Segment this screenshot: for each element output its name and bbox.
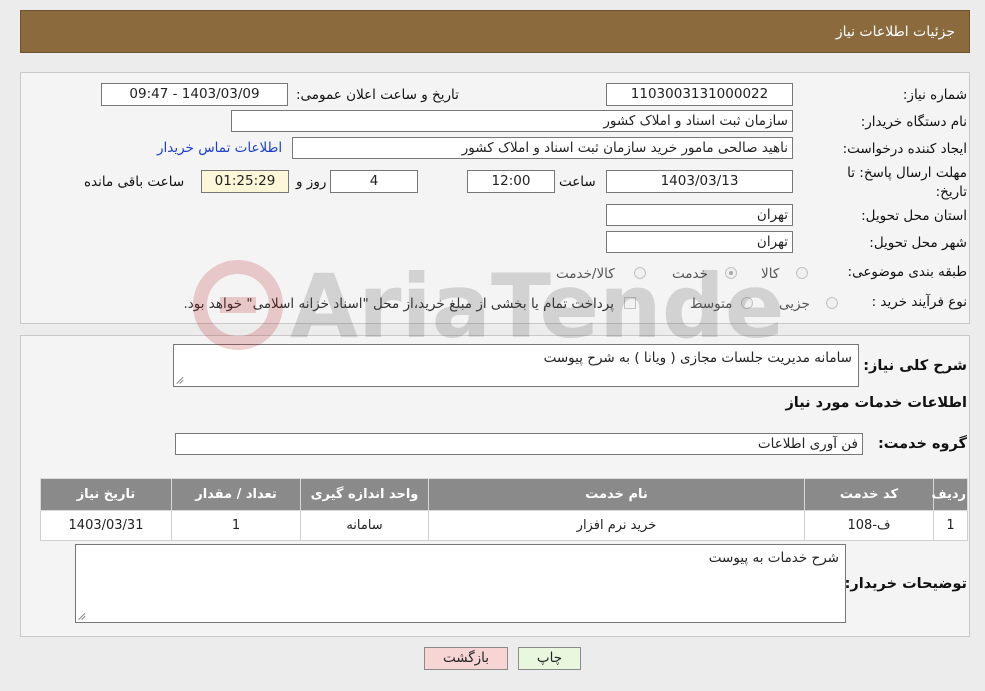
process-minor-label: جزیی xyxy=(779,296,810,312)
services-heading: اطلاعات خدمات مورد نیاز xyxy=(785,395,967,411)
buyer-notes-text: شرح خدمات به پیوست xyxy=(708,550,839,566)
process-medium-radio[interactable] xyxy=(741,297,753,309)
remaining-time-field: 01:25:29 xyxy=(201,170,289,193)
resize-grip-icon[interactable] xyxy=(176,374,186,384)
cell-row-number: 1 xyxy=(933,510,968,541)
buyer-org-label: نام دستگاه خریدار: xyxy=(860,114,967,130)
buyer-notes-label: توضیحات خریدار: xyxy=(844,576,967,592)
creator-label: ایجاد کننده درخواست: xyxy=(842,141,967,157)
category-goods-radio[interactable] xyxy=(796,267,808,279)
summary-text: سامانه مدیریت جلسات مجازی ( ویانا ) به ش… xyxy=(543,350,852,366)
deadline-time-field[interactable]: 12:00 xyxy=(467,170,555,193)
page-title: جزئیات اطلاعات نیاز xyxy=(835,24,955,40)
category-goods-service-radio[interactable] xyxy=(634,267,646,279)
creator-field[interactable]: ناهید صالحی مامور خرید سازمان ثبت اسناد … xyxy=(292,137,793,159)
buyer-org-field[interactable]: سازمان ثبت اسناد و املاک کشور xyxy=(231,110,793,132)
days-field[interactable]: 4 xyxy=(330,170,418,193)
process-minor-radio[interactable] xyxy=(826,297,838,309)
col-service-name: نام خدمت xyxy=(428,478,805,511)
announce-datetime-field[interactable]: 1403/03/09 - 09:47 xyxy=(101,83,288,106)
city-label: شهر محل تحویل: xyxy=(869,235,967,251)
payment-checkbox[interactable] xyxy=(624,297,636,309)
print-button[interactable]: چاپ xyxy=(518,647,581,670)
process-label: نوع فرآیند خرید : xyxy=(871,294,967,310)
days-label: روز و xyxy=(296,174,327,190)
table-row: 1 ف-108 خرید نرم افزار سامانه 1 1403/03/… xyxy=(40,510,968,541)
cell-quantity: 1 xyxy=(171,510,301,541)
col-row-number: ردیف xyxy=(931,478,968,511)
resize-grip-icon[interactable] xyxy=(78,610,88,620)
service-group-label: گروه خدمت: xyxy=(877,436,967,452)
cell-unit: سامانه xyxy=(300,510,429,541)
need-number-field[interactable]: 1103003131000022 xyxy=(606,83,793,106)
col-service-code: کد خدمت xyxy=(804,478,934,511)
page-header: جزئیات اطلاعات نیاز xyxy=(20,10,970,53)
need-number-label: شماره نیاز: xyxy=(902,87,967,103)
category-service-radio[interactable] xyxy=(725,267,737,279)
deadline-date-field[interactable]: 1403/03/13 xyxy=(606,170,793,193)
col-need-date: تاریخ نیاز xyxy=(40,478,172,511)
cell-service-name: خرید نرم افزار xyxy=(428,510,805,541)
province-field[interactable]: تهران xyxy=(606,204,793,226)
summary-label: شرح کلی نیاز: xyxy=(863,358,967,374)
table-header-row: ردیف کد خدمت نام خدمت واحد اندازه گیری ت… xyxy=(40,478,968,511)
category-label: طبقه بندی موضوعی: xyxy=(847,264,967,280)
summary-textarea[interactable]: سامانه مدیریت جلسات مجازی ( ویانا ) به ش… xyxy=(173,344,859,387)
deadline-label: مهلت ارسال پاسخ: تا xyxy=(847,165,967,181)
payment-note: پرداخت تمام یا بخشی از مبلغ خرید،از محل … xyxy=(183,296,614,312)
category-goods-service-label: کالا/خدمت xyxy=(556,266,615,282)
province-label: استان محل تحویل: xyxy=(861,208,967,224)
process-medium-label: متوسط xyxy=(690,296,733,312)
cell-service-code: ف-108 xyxy=(804,510,934,541)
remaining-label: ساعت باقی مانده xyxy=(84,174,185,190)
category-goods-label: کالا xyxy=(761,266,780,282)
announce-label: تاریخ و ساعت اعلان عمومی: xyxy=(296,87,459,103)
col-quantity: تعداد / مقدار xyxy=(171,478,301,511)
buyer-notes-textarea[interactable]: شرح خدمات به پیوست xyxy=(75,544,846,623)
city-field[interactable]: تهران xyxy=(606,231,793,253)
col-unit: واحد اندازه گیری xyxy=(300,478,429,511)
buyer-contact-link[interactable]: اطلاعات تماس خریدار xyxy=(157,140,282,156)
service-group-field[interactable]: فن آوری اطلاعات xyxy=(175,433,863,455)
cell-need-date: 1403/03/31 xyxy=(40,510,172,541)
category-service-label: خدمت xyxy=(672,266,708,282)
deadline-label-date: تاریخ: xyxy=(935,184,967,200)
back-button[interactable]: بازگشت xyxy=(424,647,508,670)
deadline-time-label: ساعت xyxy=(559,174,596,190)
services-table: ردیف کد خدمت نام خدمت واحد اندازه گیری ت… xyxy=(40,478,968,541)
